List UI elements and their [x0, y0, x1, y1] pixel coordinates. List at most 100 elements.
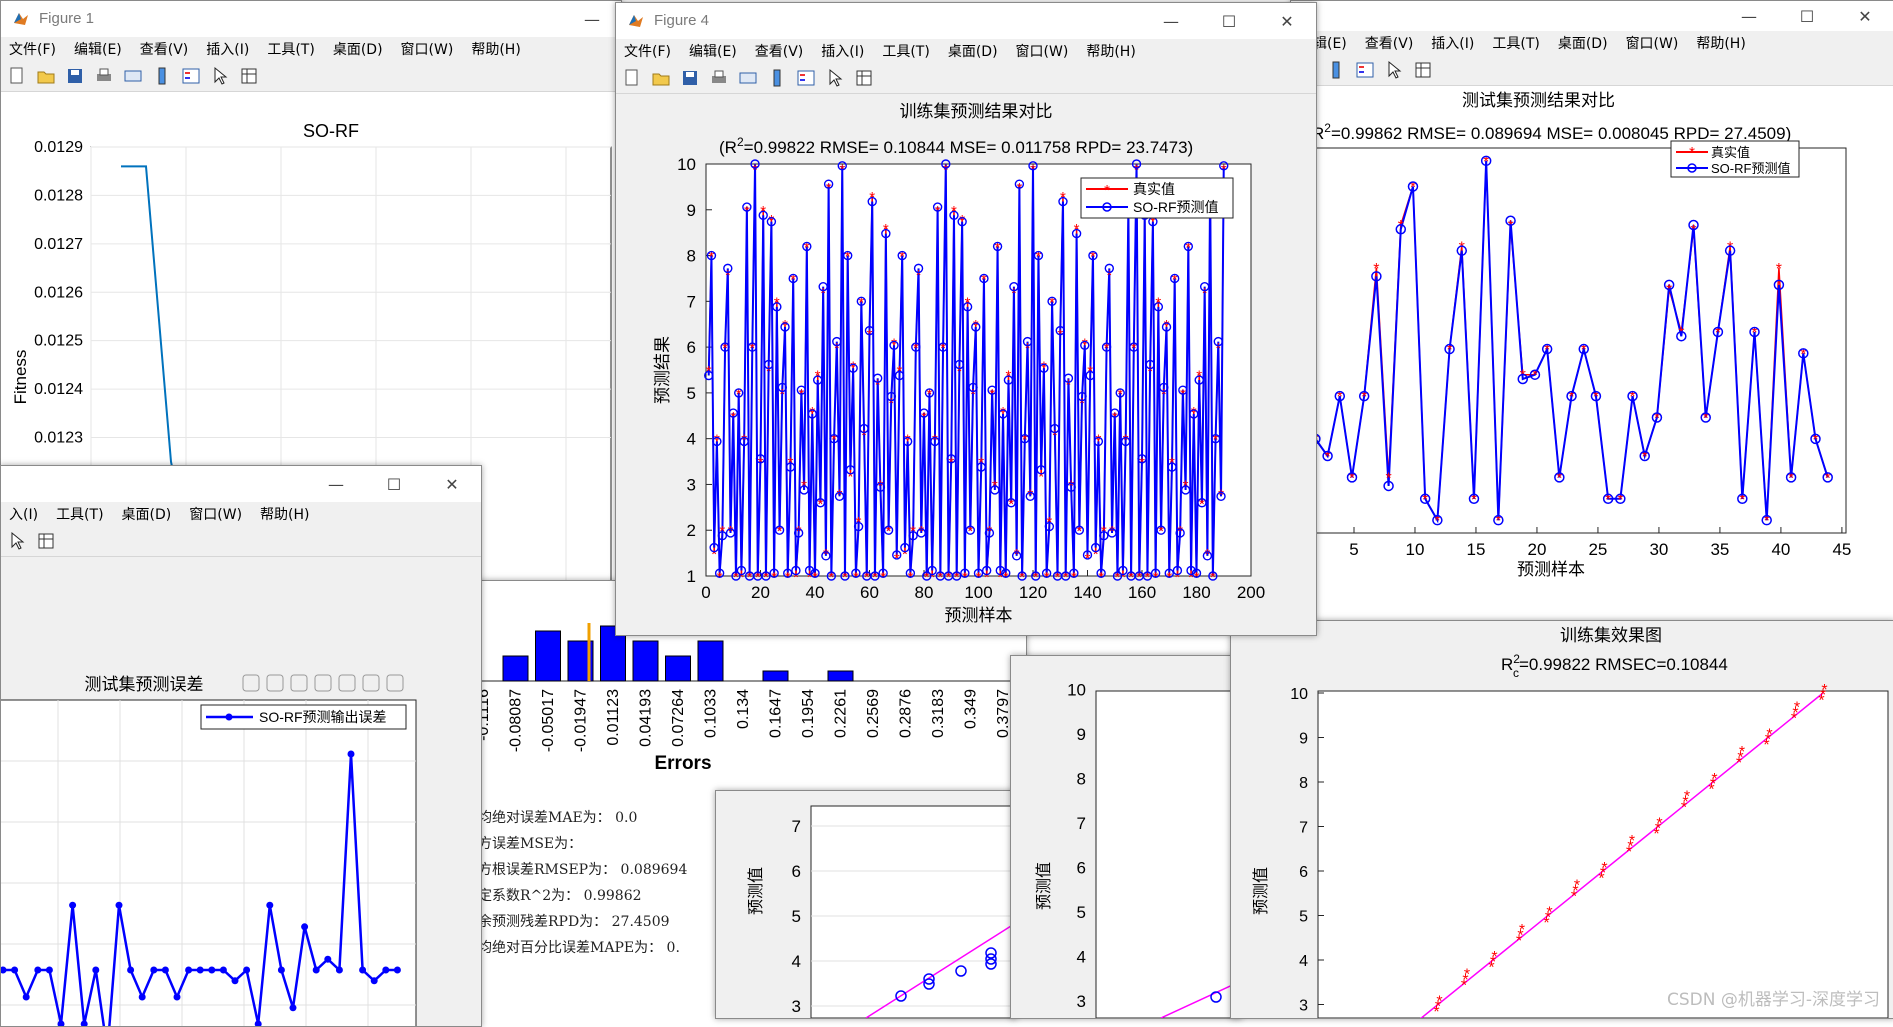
- menu-item-4[interactable]: 工具(T): [267, 39, 314, 59]
- maximize-button[interactable]: ☐: [365, 466, 423, 502]
- minimize-button[interactable]: —: [1720, 1, 1778, 31]
- menu-item-5[interactable]: 桌面(D): [333, 39, 383, 59]
- test-compare-titlebar[interactable]: —☐✕: [1291, 1, 1893, 31]
- menu-item-1[interactable]: 编辑(E): [689, 41, 737, 61]
- figure-4-titlebar[interactable]: Figure 4 —☐✕: [616, 3, 1316, 39]
- minimize-button[interactable]: —: [307, 466, 365, 502]
- y-tick-label: 0.0129: [34, 139, 83, 156]
- menu-item-7[interactable]: 帮助(H): [471, 39, 520, 59]
- property-editor-icon[interactable]: [239, 66, 259, 86]
- new-file-icon[interactable]: [7, 66, 27, 86]
- menu-item-6[interactable]: 帮助(H): [1696, 33, 1745, 53]
- menu-item-0[interactable]: 入(I): [9, 504, 38, 524]
- menu-item-5[interactable]: 桌面(D): [948, 41, 998, 61]
- error-marker: [162, 967, 169, 974]
- x-tick-label: 0.2876: [898, 689, 915, 738]
- console-window[interactable]: 均绝对误差MAE为： 0.0方误差MSE为：方根误差RMSEP为： 0.0896…: [470, 800, 730, 1017]
- y-tick-label: 5: [1077, 903, 1086, 922]
- y-tick-label: 4: [687, 430, 696, 449]
- menu-item-3[interactable]: 插入(I): [821, 41, 864, 61]
- menu-item-5[interactable]: 窗口(W): [1626, 33, 1679, 53]
- train-fit-window[interactable]: 训练集效果图R2c=0.99822 RMSEC=0.10844345678910…: [1230, 620, 1893, 1019]
- true-marker: *: [728, 523, 734, 540]
- menu-item-2[interactable]: 查看(V): [755, 41, 804, 61]
- property-editor-icon[interactable]: [1413, 60, 1433, 80]
- close-button[interactable]: ✕: [1258, 3, 1316, 39]
- true-marker: *: [796, 523, 802, 540]
- histogram-bar: [828, 671, 853, 681]
- save-icon[interactable]: [65, 66, 85, 86]
- true-marker: *: [861, 427, 867, 444]
- menu-item-3[interactable]: 工具(T): [1492, 33, 1539, 53]
- y-tick-label: 6: [1299, 864, 1308, 881]
- menu-item-1[interactable]: 查看(V): [1365, 33, 1414, 53]
- test-compare-window[interactable]: —☐✕ 编辑(E)查看(V)插入(I)工具(T)桌面(D)窗口(W)帮助(H) …: [1290, 0, 1893, 622]
- legend-icon[interactable]: [181, 66, 201, 86]
- property-editor-icon[interactable]: [854, 68, 874, 88]
- menu-item-3[interactable]: 窗口(W): [189, 504, 242, 524]
- print-icon[interactable]: [709, 68, 729, 88]
- menu-item-2[interactable]: 桌面(D): [122, 504, 172, 524]
- property-editor-icon[interactable]: [36, 531, 56, 551]
- chart-title: 测试集预测结果对比: [1462, 91, 1615, 110]
- menu-item-2[interactable]: 插入(I): [1431, 33, 1474, 53]
- pointer-icon[interactable]: [1384, 60, 1404, 80]
- colorbar-icon[interactable]: [152, 66, 172, 86]
- link-plot-icon[interactable]: [738, 68, 758, 88]
- pointer-icon[interactable]: [825, 68, 845, 88]
- figure-1-titlebar[interactable]: Figure 1 —: [1, 1, 621, 37]
- pointer-icon[interactable]: [210, 66, 230, 86]
- true-marker: *: [918, 523, 924, 540]
- y-axis-label: 预测值: [1035, 862, 1053, 910]
- scatter-point: *: [1684, 789, 1690, 806]
- error-figure-titlebar[interactable]: —☐✕: [1, 466, 481, 502]
- menu-item-4[interactable]: 工具(T): [882, 41, 929, 61]
- menu-item-1[interactable]: 编辑(E): [74, 39, 122, 59]
- minimize-button[interactable]: —: [563, 1, 621, 37]
- true-marker: *: [1041, 358, 1047, 375]
- menu-item-6[interactable]: 窗口(W): [401, 39, 454, 59]
- y-tick-label: 7: [792, 817, 801, 836]
- menu-item-0[interactable]: 文件(F): [624, 41, 671, 61]
- menu-item-6[interactable]: 窗口(W): [1016, 41, 1069, 61]
- open-folder-icon[interactable]: [36, 66, 56, 86]
- true-marker: *: [970, 386, 976, 403]
- legend-icon[interactable]: [796, 68, 816, 88]
- colorbar-icon[interactable]: [1326, 60, 1346, 80]
- true-marker: *: [932, 432, 938, 449]
- error-figure-window[interactable]: —☐✕ 入(I)工具(T)桌面(D)窗口(W)帮助(H) 测试集预测误差SO-R…: [0, 465, 482, 1027]
- y-tick-label: 6: [687, 338, 696, 357]
- pointer-icon[interactable]: [7, 531, 27, 551]
- menu-item-0[interactable]: 文件(F): [9, 39, 56, 59]
- open-folder-icon[interactable]: [651, 68, 671, 88]
- error-figure-toolbar: [1, 526, 481, 557]
- link-plot-icon[interactable]: [123, 66, 143, 86]
- colorbar-icon[interactable]: [767, 68, 787, 88]
- minimize-button[interactable]: —: [1142, 3, 1200, 39]
- maximize-button[interactable]: ☐: [1200, 3, 1258, 39]
- close-button[interactable]: ✕: [1836, 1, 1893, 31]
- true-marker: *: [905, 432, 911, 449]
- chart-subtitle: R2=0.99862 RMSE= 0.089694 MSE= 0.008045 …: [1312, 121, 1791, 143]
- menu-item-3[interactable]: 插入(I): [206, 39, 249, 59]
- scatter-mid-window[interactable]: 345678910预测值: [1010, 655, 1242, 1019]
- maximize-button[interactable]: ☐: [1778, 1, 1836, 31]
- true-marker: *: [1373, 261, 1379, 278]
- legend-icon[interactable]: [1355, 60, 1375, 80]
- save-icon[interactable]: [680, 68, 700, 88]
- close-button[interactable]: ✕: [423, 466, 481, 502]
- menu-item-1[interactable]: 工具(T): [56, 504, 103, 524]
- scatter-point: *: [1491, 949, 1497, 966]
- print-icon[interactable]: [94, 66, 114, 86]
- figure-4-window[interactable]: Figure 4 —☐✕ 文件(F) 编辑(E) 查看(V) 插入(I) 工具(T) 桌面…: [615, 2, 1317, 636]
- x-tick-label: 0.349: [963, 689, 980, 729]
- x-tick-label: 0.07264: [670, 689, 687, 747]
- menu-item-7[interactable]: 帮助(H): [1086, 41, 1135, 61]
- menu-item-2[interactable]: 查看(V): [140, 39, 189, 59]
- menu-item-4[interactable]: 桌面(D): [1558, 33, 1608, 53]
- menu-item-4[interactable]: 帮助(H): [260, 504, 309, 524]
- new-file-icon[interactable]: [622, 68, 642, 88]
- scatter-small-window[interactable]: 34567预测值: [715, 790, 1017, 1019]
- true-marker: *: [1011, 285, 1017, 302]
- error-marker: [243, 967, 250, 974]
